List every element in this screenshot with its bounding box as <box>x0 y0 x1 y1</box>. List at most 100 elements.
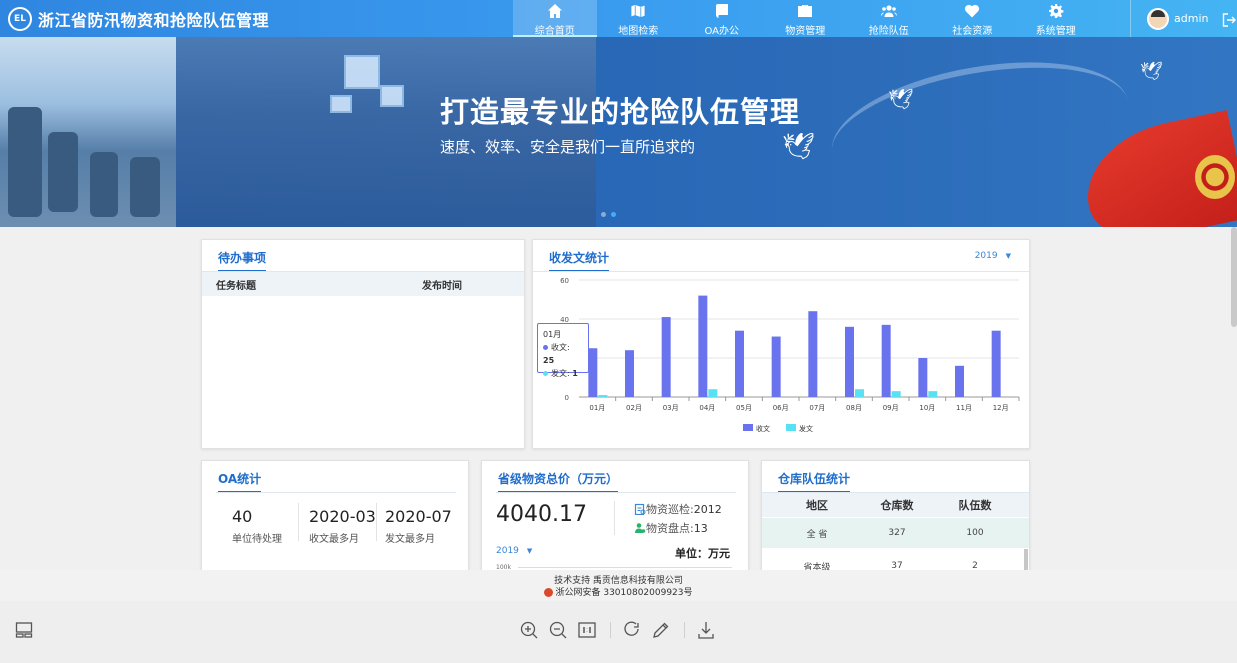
gear-icon <box>1048 3 1064 19</box>
nav-map-label: 地图检索 <box>618 26 659 37</box>
users-green-icon <box>635 523 646 533</box>
nav-system[interactable]: 系统管理 <box>1014 0 1098 37</box>
chart-tooltip: 01月 收文: 25 发文: 1 <box>537 323 589 378</box>
download-icon[interactable] <box>696 620 716 640</box>
legend-label-received: 收文 <box>756 424 770 433</box>
col-publish-time: 发布时间 <box>422 280 462 292</box>
avatar[interactable] <box>1147 7 1169 30</box>
warehouse-card: 仓库队伍统计 地区 仓库数 队伍数 全 省 327 100 省本级 37 2 <box>761 460 1030 575</box>
oa-stat-label: 收文最多月 <box>309 534 359 545</box>
nav-social-resources[interactable]: 社会资源 <box>931 0 1015 37</box>
price-title: 省级物资总价（万元） <box>498 470 619 493</box>
username[interactable]: admin <box>1174 12 1208 25</box>
nav-oa[interactable]: OA办公 <box>680 0 764 37</box>
user-area: admin <box>1130 0 1237 37</box>
banner-subtitle: 速度、效率、安全是我们一直所追求的 <box>440 138 696 156</box>
legend-label-sent: 发文 <box>799 424 813 433</box>
users-icon <box>880 3 897 19</box>
banner-side-photo <box>0 37 176 227</box>
top-header: EL 浙江省防汛物资和抢险队伍管理 综合首页 地图检索 OA办公 物资管理 抢险… <box>0 0 1237 37</box>
dove-icon: 🕊 <box>782 132 816 162</box>
nav-system-label: 系统管理 <box>1035 26 1076 37</box>
stat-divider <box>376 503 377 541</box>
price-card: 省级物资总价（万元） 4040.17 物资巡检: 2012 物资盘点: 13 201… <box>481 460 749 575</box>
home-icon <box>547 3 563 19</box>
oa-stat-pending: 40 单位待处理 <box>232 507 282 545</box>
dove-icon: 🕊 <box>888 87 914 111</box>
unit-label: 单位：万元 <box>675 547 730 560</box>
tooltip-sent-value: 1 <box>572 369 578 378</box>
todo-title: 待办事项 <box>218 249 267 272</box>
x-tick-label: 06月 <box>773 404 789 412</box>
bar-received <box>808 311 818 397</box>
edit-pencil-icon[interactable] <box>651 620 671 640</box>
tooltip-received-value: 25 <box>543 356 555 365</box>
oa-stat-value: 2020-03 <box>309 507 376 526</box>
hero-banner: 🕊 🕊 🕊 打造最专业的抢险队伍管理 速度、效率、安全是我们一直所追求的 <box>0 37 1237 227</box>
nav-teams[interactable]: 抢险队伍 <box>847 0 931 37</box>
tooltip-sent-label: 发文 <box>551 369 567 378</box>
nav-social-label: 社会资源 <box>952 26 993 37</box>
year-select[interactable]: 2019 ▼ <box>975 251 1011 261</box>
warehouse-table-header: 地区 仓库数 队伍数 <box>762 493 1029 517</box>
cell-region: 全 省 <box>806 529 828 540</box>
carousel-dot[interactable] <box>601 212 606 217</box>
inspect-stat: 物资巡检: 2012 <box>634 501 722 517</box>
stat-divider <box>298 503 299 541</box>
bar-sent <box>708 389 718 397</box>
briefcase-icon <box>797 3 813 19</box>
clipboard-icon <box>634 503 646 515</box>
x-tick-label: 09月 <box>883 404 899 412</box>
bar-received <box>735 330 744 397</box>
table-row[interactable]: 全 省 327 100 <box>762 518 1029 548</box>
page-scrollbar[interactable] <box>1231 227 1237 327</box>
bar-received <box>845 326 854 397</box>
x-tick-label: 12月 <box>993 404 1009 412</box>
count-stat: 物资盘点: 13 <box>634 520 708 536</box>
count-value: 13 <box>693 521 708 535</box>
rotate-icon[interactable] <box>622 620 642 640</box>
bar-sent <box>598 395 608 397</box>
bar-received <box>588 348 598 397</box>
legend-dot-sent <box>543 371 548 376</box>
toolbar-divider <box>684 622 685 638</box>
zoom-in-icon[interactable] <box>519 620 539 640</box>
nav-materials[interactable]: 物资管理 <box>764 0 848 37</box>
oa-stat-label: 单位待处理 <box>232 534 282 545</box>
banner-title: 打造最专业的抢险队伍管理 <box>440 95 801 129</box>
actual-size-icon[interactable] <box>577 620 597 640</box>
price-year-select[interactable]: 2019 ▼ <box>496 546 532 556</box>
page-footer: 技术支持 禹贡信息科技有限公司 浙公网安备 33010802009923号 <box>0 570 1237 601</box>
dove-icon: 🕊 <box>1140 61 1163 82</box>
cell-warehouses: 327 <box>888 528 906 538</box>
table-scrollbar[interactable] <box>1024 549 1028 571</box>
oa-stat-max-sent: 2020-07 发文最多月 <box>385 507 452 545</box>
card-divider <box>496 492 736 493</box>
carousel-dot-active[interactable] <box>611 212 616 217</box>
col-region: 地区 <box>806 499 828 512</box>
police-badge-icon <box>544 588 554 597</box>
nav-map-search[interactable]: 地图检索 <box>597 0 681 37</box>
x-tick-label: 03月 <box>663 404 679 412</box>
nav-home[interactable]: 综合首页 <box>513 0 597 37</box>
nav-materials-label: 物资管理 <box>785 26 826 37</box>
x-tick-label: 02月 <box>626 404 642 412</box>
layout-toggle-icon[interactable] <box>14 620 34 640</box>
legend-swatch-received <box>743 424 753 431</box>
bar-sent <box>891 391 901 397</box>
oa-stat-label: 发文最多月 <box>385 534 435 545</box>
oa-card: OA统计 40 单位待处理 2020-03 收文最多月 2020-07 发文最多… <box>201 460 469 575</box>
x-tick-label: 05月 <box>736 404 752 412</box>
zoom-out-icon[interactable] <box>548 620 568 640</box>
book-icon <box>714 3 730 19</box>
x-tick-label: 08月 <box>846 404 862 412</box>
x-tick-label: 11月 <box>956 404 972 412</box>
footer-record[interactable]: 浙公网安备 33010802009923号 <box>555 588 692 598</box>
app-title: 浙江省防汛物资和抢险队伍管理 <box>38 10 270 30</box>
main-nav: 综合首页 地图检索 OA办公 物资管理 抢险队伍 社会资源 系统管理 <box>513 0 1098 37</box>
count-label: 物资盘点: <box>646 522 694 535</box>
y-tick-label: 0 <box>565 394 569 402</box>
banner-main-photo <box>176 37 596 227</box>
banner-screen-decoration <box>344 55 380 89</box>
logout-icon[interactable] <box>1222 12 1237 27</box>
